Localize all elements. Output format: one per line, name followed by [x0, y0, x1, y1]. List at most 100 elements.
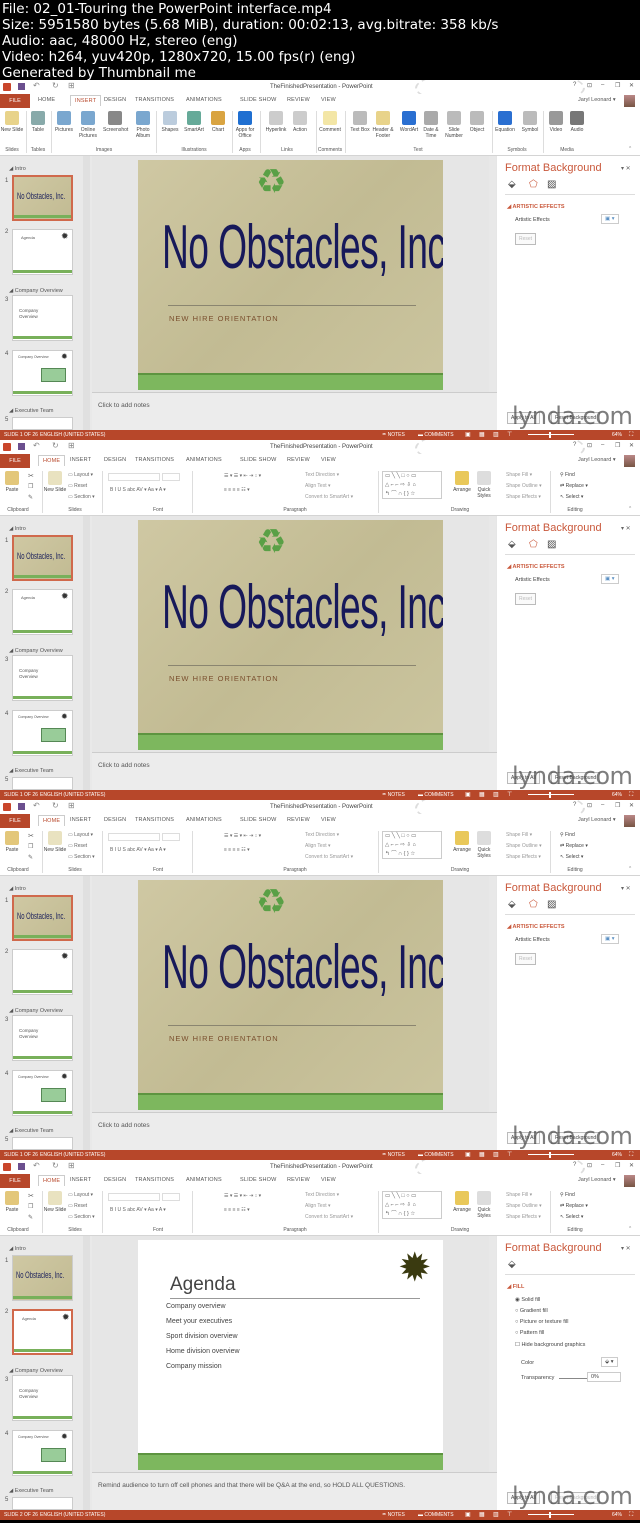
tab-transitions[interactable]: TRANSITIONS [135, 97, 174, 103]
tab-animations[interactable]: ANIMATIONS [186, 457, 222, 463]
slide-thumbnail-3[interactable]: Company Overview [12, 1375, 73, 1421]
ribbon-button-new-slide[interactable]: New Slide [43, 471, 67, 493]
ribbon-display-icon[interactable]: ⊡ [587, 442, 592, 449]
slide-thumbnail-3[interactable]: Company Overview [12, 295, 73, 341]
save-icon[interactable] [18, 803, 25, 810]
ribbon-button-slide-number[interactable]: Slide Number [442, 111, 466, 139]
ribbon-button-shape-outline[interactable]: Shape Outline ▾ [506, 1203, 542, 1209]
agenda-bullet[interactable]: Sport division overview [166, 1333, 238, 1340]
tab-slide-show[interactable]: SLIDE SHOW [240, 97, 277, 103]
help-icon[interactable]: ? [573, 442, 576, 448]
ribbon-button-convert-to-smartart[interactable]: Convert to SmartArt ▾ [305, 494, 353, 500]
font-format-buttons[interactable]: B I U S abc AV ▾ Aa ▾ A ▾ [110, 847, 166, 853]
ribbon-button-shape-fill[interactable]: Shape Fill ▾ [506, 472, 532, 478]
slideshow-icon[interactable]: ⊤ [507, 1150, 512, 1160]
tab-view[interactable]: VIEW [321, 457, 336, 463]
ribbon-button-align-text[interactable]: Align Text ▾ [305, 483, 331, 489]
ribbon-button-section[interactable]: ▭ Section ▾ [68, 854, 95, 860]
slide-thumbnail-2[interactable]: ✹ [12, 949, 73, 995]
collapse-ribbon-icon[interactable]: ⌃ [628, 146, 632, 152]
ribbon-button-symbol[interactable]: Symbol [518, 111, 542, 133]
ribbon-button-convert-to-smartart[interactable]: Convert to SmartArt ▾ [305, 1214, 353, 1220]
avatar[interactable] [624, 95, 635, 107]
section-header[interactable]: ◢ Company Overview [9, 1008, 63, 1014]
ribbon-button-quick-styles[interactable]: Quick Styles [472, 471, 496, 499]
color-picker-button[interactable]: ⬙ ▾ [601, 1357, 618, 1367]
section-header[interactable]: ◢ Executive Team [9, 408, 53, 414]
copy-icon[interactable]: ❐ [28, 483, 33, 490]
ribbon-button-paste[interactable]: Paste [0, 471, 24, 493]
agenda-bullet[interactable]: Home division overview [166, 1348, 240, 1355]
tab-transitions[interactable]: TRANSITIONS [135, 817, 174, 823]
reading-view-icon[interactable]: ▥ [493, 1510, 499, 1520]
font-size-box[interactable] [162, 833, 180, 841]
ribbon-button-arrange[interactable]: Arrange [450, 1191, 474, 1213]
zoom-slider-thumb[interactable] [549, 1152, 551, 1158]
slide-sorter-icon[interactable]: ▦ [479, 1150, 485, 1160]
ribbon-display-icon[interactable]: ⊡ [587, 82, 592, 89]
slide-title[interactable]: Agenda [170, 1274, 236, 1296]
slide-thumbnail-3[interactable]: Company Overview [12, 655, 73, 701]
section-artistic-effects[interactable]: ◢ ARTISTIC EFFECTS [507, 924, 565, 930]
list-buttons[interactable]: ☰ ▾ ☰ ▾ ⇤ ⇥ ↕ ▾ [224, 473, 261, 479]
ribbon-button-quick-styles[interactable]: Quick Styles [472, 831, 496, 859]
present-icon[interactable]: ⊞ [68, 1161, 75, 1170]
user-name[interactable]: Jaryl Leonard ▾ [578, 97, 616, 103]
cut-icon[interactable]: ✂ [28, 472, 34, 480]
copy-icon[interactable]: ❐ [28, 1203, 33, 1210]
fill-option-radio[interactable]: ◉ Solid fill [515, 1297, 540, 1303]
zoom-level[interactable]: 64% [612, 1150, 622, 1160]
close-icon[interactable]: ✕ [629, 442, 634, 449]
font-size-box[interactable] [162, 1193, 180, 1201]
ribbon-button-section[interactable]: ▭ Section ▾ [68, 1214, 95, 1220]
present-icon[interactable]: ⊞ [68, 441, 75, 450]
shapes-gallery[interactable]: ▭ ╲ ╲ □ ○ ▭ △ ⌐ ⌐ ⇨ ⇩ ⌂ ↰ ⌒ ∩ { } ☆ [382, 471, 442, 499]
ribbon-button-select[interactable]: ↖ Select ▾ [560, 1214, 583, 1220]
tab-insert[interactable]: INSERT [70, 1177, 91, 1183]
undo-icon[interactable]: ↶ [33, 81, 40, 90]
fill-tab-icon[interactable]: ⬙ [508, 1259, 516, 1270]
avatar[interactable] [624, 1175, 635, 1187]
format-painter-icon[interactable]: ✎ [28, 854, 33, 861]
slide-thumbnail-4[interactable]: Company Overview ✹ [12, 350, 73, 396]
tab-file[interactable]: FILE [0, 454, 30, 468]
slide-thumbnail-4[interactable]: Company Overview ✹ [12, 1430, 73, 1476]
pane-options-icon[interactable]: ▾ ✕ [621, 525, 631, 532]
ribbon-button-date-time[interactable]: Date & Time [419, 111, 443, 139]
slide-sorter-icon[interactable]: ▦ [479, 1510, 485, 1520]
effects-tab-icon[interactable]: ⬠ [529, 899, 538, 910]
ribbon-button-new-slide[interactable]: New Slide [43, 831, 67, 853]
notes-pane[interactable]: Click to add notes [92, 392, 497, 430]
zoom-slider[interactable] [528, 1514, 574, 1515]
slide-canvas[interactable]: ♻ No Obstacles, Inc. NEW HIRE ORIENTATION [138, 880, 443, 1110]
fill-tab-icon[interactable]: ⬙ [508, 179, 516, 190]
zoom-slider[interactable] [528, 1154, 574, 1155]
section-artistic-effects[interactable]: ◢ ARTISTIC EFFECTS [507, 564, 565, 570]
cut-icon[interactable]: ✂ [28, 1192, 34, 1200]
slide-canvas[interactable]: ♻ No Obstacles, Inc. NEW HIRE ORIENTATION [138, 520, 443, 750]
ribbon-button-online-pictures[interactable]: Online Pictures [76, 111, 100, 139]
fit-to-window-icon[interactable]: ⛶ [629, 430, 633, 440]
section-header[interactable]: ◢ Intro [9, 526, 26, 532]
undo-icon[interactable]: ↶ [33, 441, 40, 450]
ribbon-button-align-text[interactable]: Align Text ▾ [305, 843, 331, 849]
tab-animations[interactable]: ANIMATIONS [186, 1177, 222, 1183]
ribbon-button-equation[interactable]: Equation [493, 111, 517, 133]
zoom-slider-thumb[interactable] [549, 1512, 551, 1518]
comments-button[interactable]: ▬ COMMENTS [418, 430, 454, 440]
notes-button[interactable]: ≐ NOTES [382, 1510, 405, 1520]
close-icon[interactable]: ✕ [629, 802, 634, 809]
pane-options-icon[interactable]: ▾ ✕ [621, 885, 631, 892]
ribbon-button-text-direction[interactable]: Text Direction ▾ [305, 832, 339, 838]
minimize-icon[interactable]: – [601, 442, 604, 448]
editor-scrollbar[interactable] [489, 1236, 496, 1472]
language-indicator[interactable]: ENGLISH (UNITED STATES) [40, 1510, 105, 1520]
slide-sorter-icon[interactable]: ▦ [479, 790, 485, 800]
minimize-icon[interactable]: – [601, 82, 604, 88]
thumbnail-scrollbar[interactable] [83, 876, 90, 1150]
tab-design[interactable]: DESIGN [104, 817, 126, 823]
user-name[interactable]: Jaryl Leonard ▾ [578, 457, 616, 463]
ribbon-button-layout[interactable]: ▭ Layout ▾ [68, 1192, 93, 1198]
undo-icon[interactable]: ↶ [33, 801, 40, 810]
zoom-slider-thumb[interactable] [549, 432, 551, 438]
